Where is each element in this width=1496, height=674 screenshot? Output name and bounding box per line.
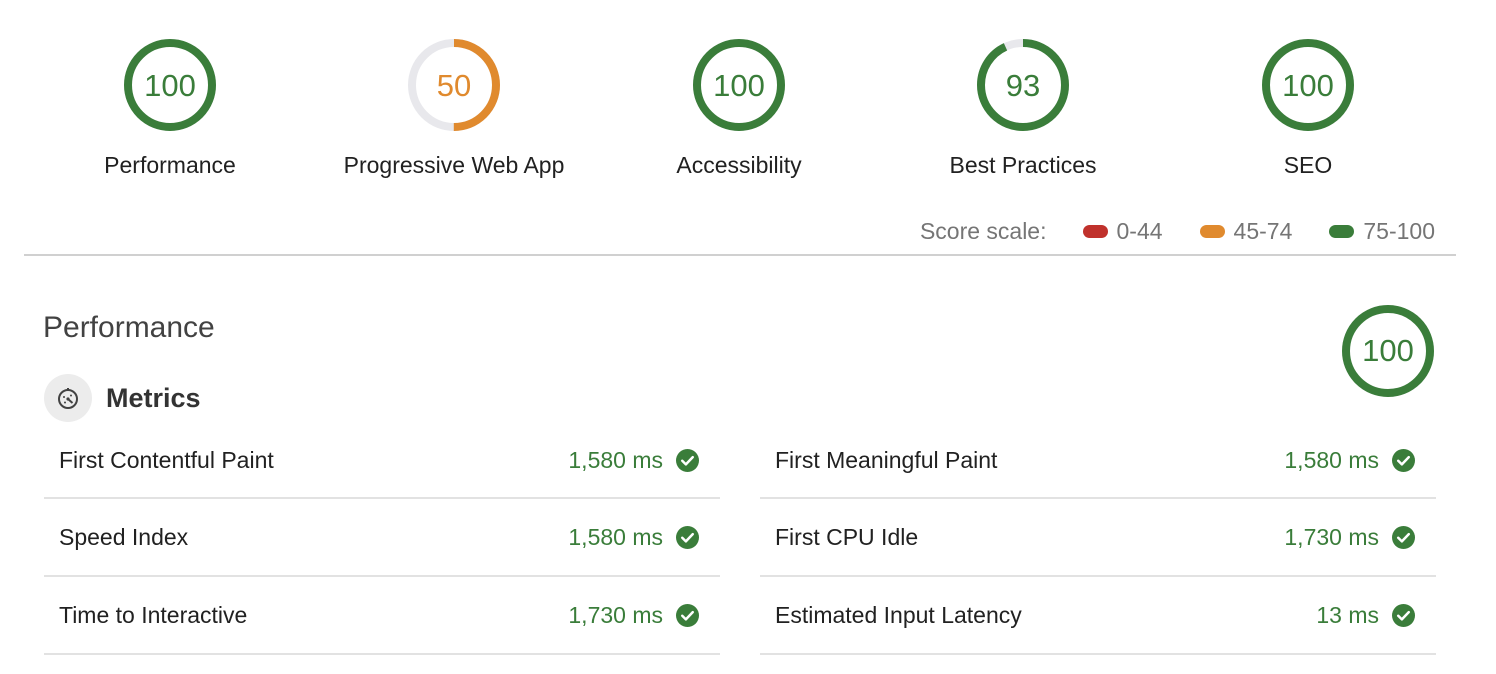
pass-swatch-icon [1329, 224, 1355, 238]
metric-name: Estimated Input Latency [775, 602, 1022, 628]
metric-row: Time to Interactive 1,730 ms [44, 577, 720, 655]
metric-value: 1,730 ms [1284, 524, 1379, 550]
check-circle-icon [1392, 449, 1415, 472]
check-circle-icon [676, 526, 699, 549]
gauge-label: Progressive Web App [343, 152, 565, 178]
metric-value: 1,580 ms [1284, 447, 1379, 473]
performance-section-gauge: 100 [1341, 304, 1435, 398]
gauge-accessibility[interactable]: 100 Accessibility [609, 38, 869, 188]
metric-name: First Meaningful Paint [775, 447, 998, 473]
stopwatch-icon [44, 374, 92, 422]
gauge-score: 100 [713, 68, 765, 103]
gauge-label: Accessibility [676, 152, 802, 178]
metric-name: First CPU Idle [775, 524, 919, 550]
score-scale-title: Score scale: [919, 217, 1047, 244]
score-scale-item-average: 45-74 [1199, 217, 1293, 245]
metric-row: Estimated Input Latency 13 ms [760, 577, 1436, 655]
metric-value: 1,730 ms [568, 602, 663, 628]
metric-value: 1,580 ms [568, 524, 663, 550]
performance-section-title: Performance [43, 311, 215, 344]
gauge-score: 93 [1005, 68, 1041, 103]
check-circle-icon [1392, 526, 1415, 549]
metric-row: First Meaningful Paint 1,580 ms [760, 422, 1436, 499]
gauge-seo[interactable]: 100 SEO [1178, 38, 1438, 188]
check-circle-icon [1392, 604, 1415, 627]
average-swatch-icon [1199, 224, 1225, 238]
gauge-score: 100 [1362, 333, 1414, 368]
gauge-pwa[interactable]: 50 Progressive Web App [324, 38, 584, 188]
gauge-best-practices[interactable]: 93 Best Practices [893, 38, 1153, 188]
score-scale-label: 0-44 [1116, 217, 1163, 244]
metric-name: Speed Index [59, 524, 189, 550]
gauge-label: Best Practices [949, 152, 1097, 178]
fail-swatch-icon [1082, 224, 1108, 238]
metrics-column-left: First Contentful Paint 1,580 ms Speed In… [44, 422, 720, 655]
gauge-label: SEO [1283, 152, 1333, 178]
score-scale-item-pass: 75-100 [1329, 218, 1435, 245]
metric-row: First CPU Idle 1,730 ms [760, 499, 1436, 577]
metrics-title: Metrics [106, 382, 201, 413]
metric-row: Speed Index 1,580 ms [44, 499, 720, 577]
gauge-score: 100 [144, 68, 196, 103]
gauge-label: Performance [104, 152, 236, 178]
metrics-header: Metrics [44, 373, 201, 423]
metric-name: Time to Interactive [59, 602, 248, 628]
gauge-score: 50 [436, 68, 472, 103]
gauge-score: 100 [1282, 68, 1334, 103]
gauge-performance[interactable]: 100 Performance [40, 38, 300, 188]
metric-name: First Contentful Paint [59, 447, 274, 473]
score-scale-item-fail: 0-44 [1082, 217, 1163, 245]
section-divider [24, 254, 1456, 256]
score-scale: Score scale: 0-44 45-74 75-100 [920, 216, 1435, 246]
metric-row: First Contentful Paint 1,580 ms [44, 422, 720, 499]
score-scale-label: 45-74 [1233, 217, 1293, 244]
check-circle-icon [676, 604, 699, 627]
check-circle-icon [676, 449, 699, 472]
metric-value: 1,580 ms [568, 447, 663, 473]
metrics-column-right: First Meaningful Paint 1,580 ms First CP… [760, 422, 1436, 655]
metric-value: 13 ms [1316, 602, 1379, 628]
score-gauges: 100 Performance 50 Progressive Web App 1… [27, 38, 1452, 188]
score-scale-label: 75-100 [1363, 217, 1435, 244]
